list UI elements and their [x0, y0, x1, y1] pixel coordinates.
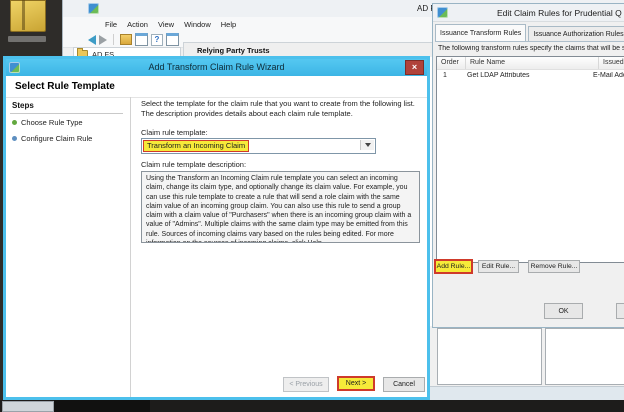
forward-icon[interactable]	[99, 35, 107, 45]
toolbar-separator	[113, 34, 114, 45]
cell-rule-name: Get LDAP Attributes	[461, 72, 589, 79]
claim-rules-table[interactable]: Order Rule Name Issued Claims 1 Get LDAP…	[436, 56, 624, 263]
step-bullet-green	[12, 120, 17, 125]
menu-window[interactable]: Window	[179, 18, 216, 31]
cancel-button[interactable]: Cancel	[383, 377, 425, 392]
add-rule-button[interactable]: Add Rule...	[434, 259, 473, 274]
wizard-header-label: Select Rule Template	[15, 81, 115, 92]
column-header-issued-claims[interactable]: Issued Claims	[599, 57, 624, 69]
step-choose-rule-type[interactable]: Choose Rule Type	[12, 118, 83, 127]
template-description-label: Claim rule template description:	[141, 160, 246, 169]
console-detail-panel-right	[545, 328, 624, 385]
edit-rules-title: Edit Claim Rules for Prudential Q	[497, 8, 622, 18]
chevron-down-icon[interactable]	[360, 140, 374, 150]
edit-rules-window-icon	[437, 7, 448, 18]
console-status-strip	[430, 386, 624, 401]
claim-rule-template-select[interactable]: Transform an Incoming Claim	[141, 138, 376, 154]
wizard-steps-panel: Steps Choose Rule Type Configure Claim R…	[6, 97, 131, 397]
wizard-title: Add Transform Claim Rule Wizard	[6, 59, 427, 76]
wizard-content: Select the template for the claim rule t…	[131, 97, 427, 397]
edit-rules-intro: The following transform rules specify th…	[438, 45, 624, 52]
step-label: Choose Rule Type	[21, 118, 83, 127]
taskbar[interactable]	[0, 400, 624, 412]
folder-zipper-decoration	[22, 0, 25, 30]
tab-issuance-transform-rules[interactable]: Issuance Transform Rules	[435, 24, 526, 41]
taskbar-start-button[interactable]	[2, 401, 54, 412]
folder-icon	[10, 0, 46, 32]
menu-action[interactable]: Action	[122, 18, 153, 31]
wizard-intro-text: Select the template for the claim rule t…	[141, 99, 427, 118]
tab-label: Issuance Transform Rules	[440, 30, 521, 37]
add-transform-claim-rule-wizard: Add Transform Claim Rule Wizard × Select…	[3, 56, 430, 400]
wizard-icon	[9, 62, 20, 73]
show-console-tree-icon[interactable]	[135, 33, 148, 46]
table-row[interactable]: 1 Get LDAP Attributes E-Mail Address	[437, 70, 624, 81]
cell-issued-claims: E-Mail Address	[589, 72, 624, 79]
step-bullet-blue	[12, 136, 17, 141]
ok-button[interactable]: OK	[544, 303, 583, 319]
column-header-order[interactable]: Order	[437, 57, 466, 69]
new-window-icon[interactable]	[166, 33, 179, 46]
steps-divider	[10, 113, 123, 114]
selected-template-value: Transform an Incoming Claim	[143, 140, 249, 152]
step-label: Configure Claim Rule	[21, 134, 92, 143]
edit-rules-title-bar: Edit Claim Rules for Prudential Q	[433, 4, 624, 22]
menu-file[interactable]: File	[100, 18, 122, 31]
steps-title: Steps	[12, 101, 34, 110]
column-header-rule-name[interactable]: Rule Name	[466, 57, 599, 69]
adfs-console-icon	[88, 3, 99, 14]
desktop-folder-icon[interactable]	[8, 0, 48, 48]
cancel-button-partial[interactable]	[616, 303, 624, 319]
console-lower-panels	[430, 326, 624, 400]
close-icon[interactable]: ×	[405, 60, 424, 75]
console-detail-panel-left	[437, 328, 542, 385]
previous-button[interactable]: < Previous	[283, 377, 329, 392]
menu-view[interactable]: View	[153, 18, 179, 31]
menu-help[interactable]: Help	[216, 18, 241, 31]
tab-issuance-authorization-rules[interactable]: Issuance Authorization Rules	[528, 26, 624, 41]
back-icon[interactable]	[88, 35, 96, 45]
template-description-box: Using the Transform an Incoming Claim ru…	[141, 171, 420, 243]
tab-label: Issuance Authorization Rules	[533, 31, 623, 38]
next-button[interactable]: Next >	[337, 376, 375, 391]
desktop-icon-label	[8, 36, 46, 42]
export-list-icon[interactable]	[120, 34, 132, 45]
edit-claim-rules-window: Edit Claim Rules for Prudential Q Issuan…	[432, 3, 624, 328]
claim-rule-template-label: Claim rule template:	[141, 128, 208, 137]
help-icon[interactable]: ?	[151, 34, 163, 46]
wizard-page-header: Select Rule Template	[6, 76, 427, 98]
taskbar-active-segment[interactable]	[54, 400, 150, 412]
content-header-label: Relying Party Trusts	[197, 46, 270, 55]
edit-rule-button[interactable]: Edit Rule...	[478, 260, 519, 273]
step-configure-claim-rule[interactable]: Configure Claim Rule	[12, 134, 92, 143]
edit-rules-tabs: Issuance Transform Rules Issuance Author…	[435, 25, 624, 42]
remove-rule-button[interactable]: Remove Rule...	[528, 260, 580, 273]
cell-order: 1	[437, 72, 461, 79]
wizard-title-bar: Add Transform Claim Rule Wizard ×	[6, 59, 427, 76]
